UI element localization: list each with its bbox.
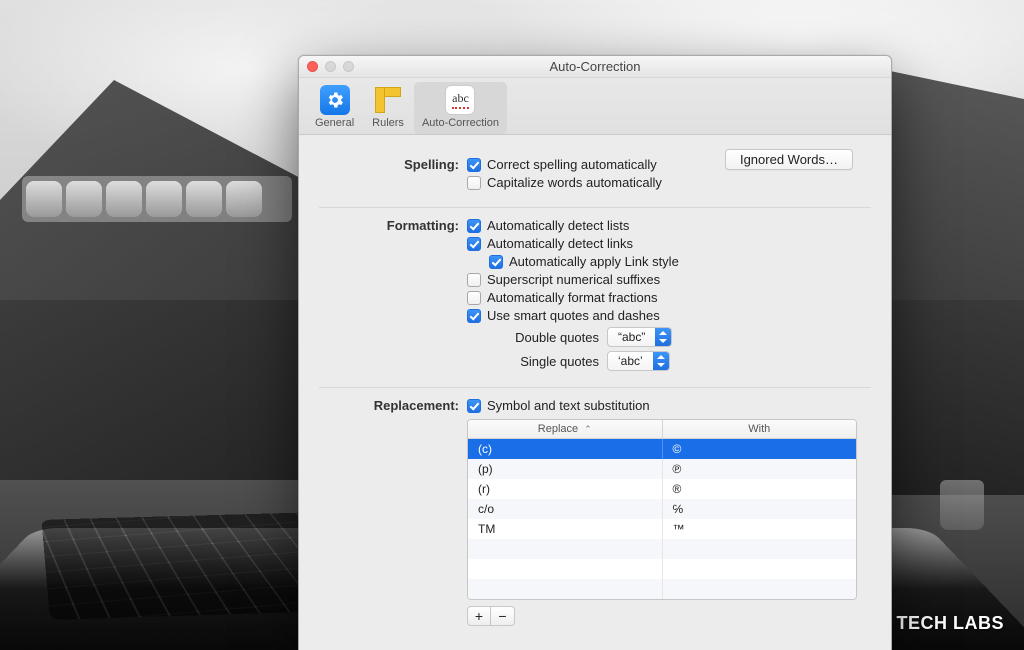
chevron-updown-icon xyxy=(655,328,671,346)
table-row-empty xyxy=(468,539,856,559)
cell-replace: (r) xyxy=(468,479,663,499)
label-correct-spelling: Correct spelling automatically xyxy=(487,157,657,172)
table-row-empty xyxy=(468,579,856,599)
section-heading-spelling: Spelling: xyxy=(319,157,467,193)
gear-icon xyxy=(320,85,350,115)
checkbox-detect-links[interactable] xyxy=(467,237,481,251)
chevron-updown-icon xyxy=(653,352,669,370)
checkbox-smart-quotes[interactable] xyxy=(467,309,481,323)
titlebar[interactable]: Auto-Correction xyxy=(299,56,891,78)
cell-with: ® xyxy=(663,479,857,499)
label-single-quotes: Single quotes xyxy=(489,354,599,369)
label-double-quotes: Double quotes xyxy=(489,330,599,345)
popup-single-quotes-value: ‘abc’ xyxy=(608,354,653,368)
close-icon[interactable] xyxy=(307,61,318,72)
label-capitalize-words: Capitalize words automatically xyxy=(487,175,662,190)
cell-with: ™ xyxy=(663,519,857,539)
cell-replace: c/o xyxy=(468,499,663,519)
ignored-words-button[interactable]: Ignored Words… xyxy=(725,149,853,170)
popup-single-quotes[interactable]: ‘abc’ xyxy=(607,351,670,371)
tab-label: General xyxy=(315,117,354,129)
table-row-empty xyxy=(468,559,856,579)
checkbox-capitalize-words[interactable] xyxy=(467,176,481,190)
section-spelling: Spelling: Correct spelling automatically… xyxy=(319,147,871,207)
remove-button[interactable]: − xyxy=(491,606,515,626)
table-row[interactable]: (p)℗ xyxy=(468,459,856,479)
window-title: Auto-Correction xyxy=(299,56,891,78)
label-detect-lists: Automatically detect lists xyxy=(487,218,629,233)
table-row[interactable]: TM™ xyxy=(468,519,856,539)
replacement-table: Replace⌃ With (c)©(p)℗(r)®c/o℅TM™ xyxy=(467,419,857,600)
section-formatting: Formatting: Automatically detect lists A… xyxy=(319,207,871,387)
preferences-window: Auto-Correction General Rulers abc Auto-… xyxy=(298,55,892,650)
checkbox-apply-link-style[interactable] xyxy=(489,255,503,269)
sort-asc-icon: ⌃ xyxy=(584,424,592,435)
tab-rulers[interactable]: Rulers xyxy=(364,82,412,134)
popup-double-quotes[interactable]: “abc” xyxy=(607,327,672,347)
cell-replace: (p) xyxy=(468,459,663,479)
ruler-icon xyxy=(373,85,403,115)
table-row[interactable]: (c)© xyxy=(468,439,856,459)
add-button[interactable]: + xyxy=(467,606,491,626)
cell-with: ℅ xyxy=(663,499,857,519)
column-header-replace[interactable]: Replace⌃ xyxy=(468,420,663,438)
cell-with: © xyxy=(663,439,857,459)
cell-replace: (c) xyxy=(468,439,663,459)
checkbox-symbol-substitution[interactable] xyxy=(467,399,481,413)
cell-replace: TM xyxy=(468,519,663,539)
trash-icon xyxy=(940,480,984,530)
label-format-fractions: Automatically format fractions xyxy=(487,290,658,305)
popup-double-quotes-value: “abc” xyxy=(608,330,655,344)
abc-icon: abc xyxy=(445,85,475,115)
tab-auto-correction[interactable]: abc Auto-Correction xyxy=(414,82,507,134)
label-apply-link-style: Automatically apply Link style xyxy=(509,254,679,269)
table-row[interactable]: (r)® xyxy=(468,479,856,499)
section-replacement: Replacement: Symbol and text substitutio… xyxy=(319,387,871,640)
tab-label: Rulers xyxy=(372,117,404,129)
dock xyxy=(22,176,292,222)
checkbox-format-fractions[interactable] xyxy=(467,291,481,305)
label-detect-links: Automatically detect links xyxy=(487,236,633,251)
column-header-with[interactable]: With xyxy=(663,420,857,438)
section-heading-formatting: Formatting: xyxy=(319,218,467,373)
label-smart-quotes: Use smart quotes and dashes xyxy=(487,308,660,323)
checkbox-detect-lists[interactable] xyxy=(467,219,481,233)
tab-general[interactable]: General xyxy=(307,82,362,134)
minimize-icon[interactable] xyxy=(325,61,336,72)
table-row[interactable]: c/o℅ xyxy=(468,499,856,519)
label-superscript-suffixes: Superscript numerical suffixes xyxy=(487,272,660,287)
label-symbol-substitution: Symbol and text substitution xyxy=(487,398,650,413)
toolbar: General Rulers abc Auto-Correction xyxy=(299,78,891,135)
checkbox-correct-spelling[interactable] xyxy=(467,158,481,172)
checkbox-superscript-suffixes[interactable] xyxy=(467,273,481,287)
tab-label: Auto-Correction xyxy=(422,117,499,129)
cell-with: ℗ xyxy=(663,459,857,479)
zoom-icon[interactable] xyxy=(343,61,354,72)
section-heading-replacement: Replacement: xyxy=(319,398,467,626)
